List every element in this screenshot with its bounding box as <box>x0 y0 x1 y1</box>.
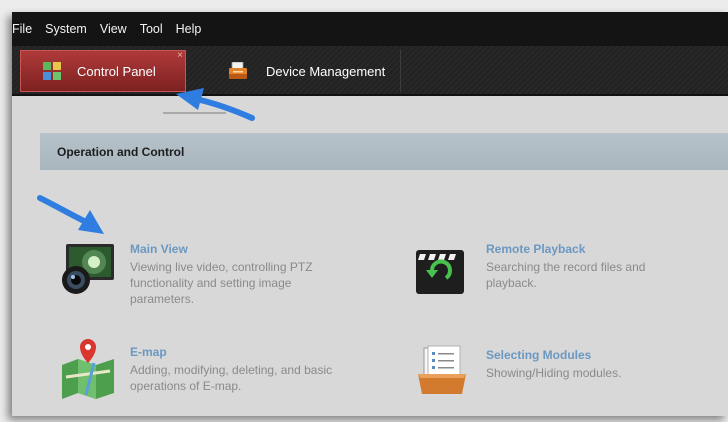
e-map-title[interactable]: E-map <box>130 345 167 359</box>
module-e-map[interactable]: E-map Adding, modifying, deleting, and b… <box>58 339 378 405</box>
module-main-view[interactable]: Main View Viewing live video, controllin… <box>58 242 358 322</box>
tab-device-management[interactable]: Device Management <box>196 50 401 92</box>
control-panel-icon <box>43 62 61 80</box>
menu-bar: File System View Tool Help <box>12 12 728 46</box>
tab-close-icon[interactable]: × <box>177 51 183 61</box>
section-title: Operation and Control <box>57 144 185 159</box>
menu-tool[interactable]: Tool <box>138 22 165 36</box>
selecting-modules-title[interactable]: Selecting Modules <box>486 348 591 362</box>
menu-file[interactable]: File <box>12 22 34 36</box>
module-remote-playback[interactable]: Remote Playback Searching the record fil… <box>416 242 716 302</box>
main-view-title[interactable]: Main View <box>130 242 188 256</box>
module-selecting-modules[interactable]: Selecting Modules Showing/Hiding modules… <box>416 345 716 408</box>
e-map-description: Adding, modifying, deleting, and basic o… <box>130 363 333 393</box>
menu-system[interactable]: System <box>43 22 89 36</box>
menu-help[interactable]: Help <box>174 22 204 36</box>
device-management-icon <box>228 61 248 80</box>
remote-playback-description: Searching the record files and playback. <box>486 260 646 290</box>
tab-control-panel-label: Control Panel <box>77 63 156 79</box>
e-map-icon <box>58 337 118 404</box>
section-header: Operation and Control <box>40 133 728 170</box>
tab-bar: Control Panel × Device Management <box>12 46 728 96</box>
tab-control-panel[interactable]: Control Panel × <box>20 50 186 92</box>
control-panel-content: Operation and Control Main View Viewing … <box>12 96 728 416</box>
remote-playback-icon <box>416 250 464 299</box>
application-window: File System View Tool Help Control Panel… <box>12 12 728 416</box>
main-view-description: Viewing live video, controlling PTZ func… <box>130 260 313 306</box>
menu-view[interactable]: View <box>98 22 129 36</box>
selecting-modules-icon <box>416 344 468 401</box>
selecting-modules-description: Showing/Hiding modules. <box>486 366 622 380</box>
tab-device-management-label: Device Management <box>266 63 386 79</box>
main-view-icon <box>58 242 116 299</box>
remote-playback-title[interactable]: Remote Playback <box>486 242 585 256</box>
